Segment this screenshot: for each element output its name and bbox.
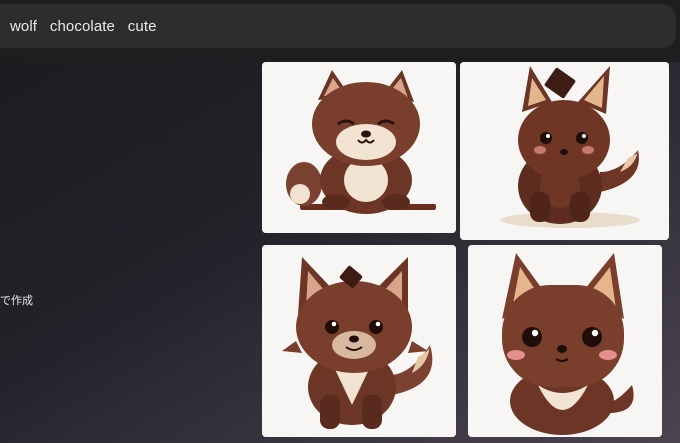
chocolate-wolf-fluffy-icon <box>262 245 456 437</box>
wolf-image-2[interactable] <box>460 62 669 240</box>
top-bar: wolf chocolate cute <box>0 0 680 62</box>
wolf-image-1[interactable] <box>262 62 456 233</box>
wolf-image-4[interactable] <box>468 245 662 437</box>
prompt-input[interactable]: wolf chocolate cute <box>0 4 676 48</box>
created-with-label: で作成 <box>0 294 33 307</box>
wolf-image-3[interactable] <box>262 245 456 437</box>
chocolate-wolf-blush-icon <box>468 245 662 437</box>
prompt-text: wolf chocolate cute <box>10 17 157 35</box>
image-creator-page: wolf chocolate cute で作成 <box>0 0 680 443</box>
chocolate-wolf-smiling-icon <box>262 62 456 233</box>
chocolate-wolf-sitting-icon <box>460 62 669 240</box>
